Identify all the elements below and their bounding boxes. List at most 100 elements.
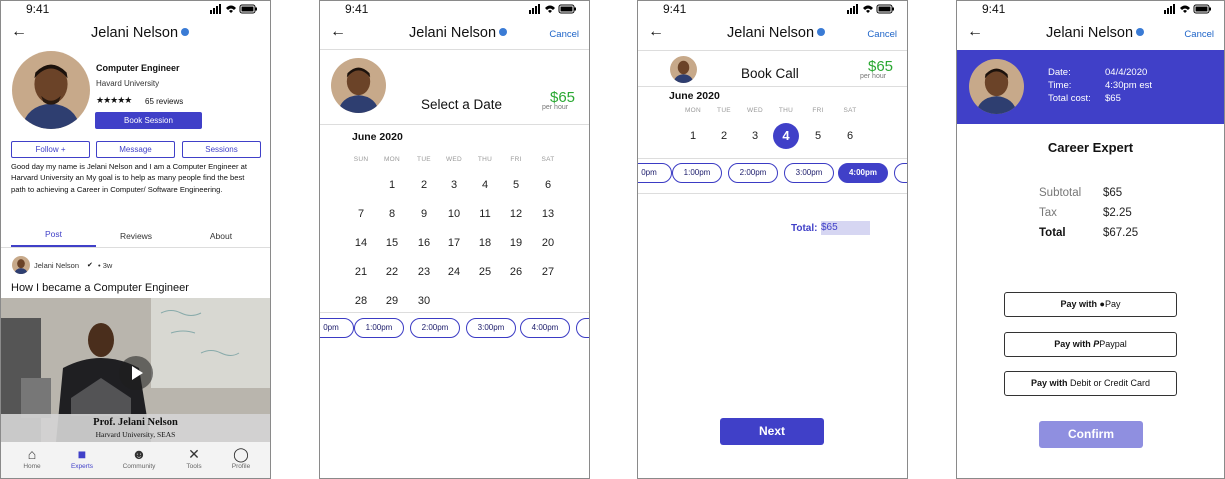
calendar-day[interactable]: 25: [475, 266, 495, 278]
calendar-day[interactable]: 5: [808, 130, 828, 142]
pay-card-suffix: Debit or Credit Card: [1070, 378, 1151, 388]
calendar-day[interactable]: 29: [382, 295, 402, 307]
post-author[interactable]: Jelani Nelson: [34, 261, 79, 270]
calendar-day[interactable]: 10: [444, 208, 464, 220]
calendar-day[interactable]: 2: [414, 179, 434, 191]
tab-experts-label: Experts: [70, 463, 94, 470]
time-slot[interactable]: 1:00pm: [354, 318, 404, 338]
post-time: • 3w: [98, 261, 113, 270]
tab-post[interactable]: Post: [11, 229, 96, 239]
weekday-label: MON: [684, 107, 702, 114]
next-button[interactable]: Next: [720, 418, 824, 445]
back-arrow-icon[interactable]: ←: [648, 23, 664, 41]
book-session-button[interactable]: Book Session: [95, 112, 202, 129]
profile-icon: ◯: [233, 446, 249, 462]
header-title: Jelani Nelson: [409, 25, 508, 41]
calendar-day[interactable]: 18: [475, 237, 495, 249]
calendar-day[interactable]: 1: [382, 179, 402, 191]
calendar-day[interactable]: 13: [538, 208, 558, 220]
calendar-day[interactable]: 19: [506, 237, 526, 249]
message-button[interactable]: Message: [96, 141, 175, 158]
calendar-day[interactable]: 6: [538, 179, 558, 191]
calendar-day[interactable]: 4: [475, 179, 495, 191]
time-slot[interactable]: 3:00pm: [466, 318, 516, 338]
status-time: 9:41: [663, 2, 687, 16]
tab-home-label: Home: [23, 463, 41, 470]
time-slot[interactable]: 5: [894, 163, 907, 183]
calendar-day[interactable]: 23: [414, 266, 434, 278]
tab-home[interactable]: ⌂ Home: [12, 445, 52, 470]
review-count[interactable]: 65 reviews: [145, 97, 183, 106]
calendar-day[interactable]: 11: [475, 208, 495, 220]
pay-apple-button[interactable]: Pay with ●Pay: [1004, 292, 1177, 317]
back-arrow-icon[interactable]: ←: [11, 23, 27, 41]
time-label: Time:: [1048, 80, 1072, 91]
time-slot[interactable]: 4:00pm: [838, 163, 888, 183]
calendar-day[interactable]: 6: [840, 130, 860, 142]
tab-community[interactable]: ☻ Community: [119, 445, 159, 470]
page-title: Select a Date: [421, 97, 503, 112]
tab-profile[interactable]: ◯ Profile: [221, 445, 261, 470]
time-slot[interactable]: 4:00pm: [520, 318, 570, 338]
calendar-day[interactable]: 24: [444, 266, 464, 278]
calendar-day[interactable]: 15: [382, 237, 402, 249]
calendar-day[interactable]: 26: [506, 266, 526, 278]
play-button[interactable]: [119, 356, 153, 390]
cancel-button[interactable]: Cancel: [1184, 29, 1214, 40]
calendar-day[interactable]: 8: [382, 208, 402, 220]
calendar-day[interactable]: 9: [414, 208, 434, 220]
profile-screen: 9:41 ← Jelani Nelson Computer Engineer H…: [0, 0, 271, 479]
calendar-day[interactable]: 21: [351, 266, 371, 278]
calendar-day[interactable]: 22: [382, 266, 402, 278]
calendar-day[interactable]: 1: [683, 130, 703, 142]
time-value: 4:30pm est: [1105, 80, 1152, 91]
time-slot[interactable]: 2:00pm: [728, 163, 778, 183]
time-slot[interactable]: 0pm: [320, 318, 354, 338]
verified-icon: [817, 28, 826, 36]
pay-paypal-button[interactable]: Pay with PPaypal: [1004, 332, 1177, 357]
pay-apple-prefix: Pay with: [1060, 299, 1098, 309]
tab-experts[interactable]: ■ Experts: [62, 445, 102, 470]
calendar-day[interactable]: 7: [351, 208, 371, 220]
date-value: 04/4/2020: [1105, 67, 1148, 78]
calendar-day[interactable]: 14: [351, 237, 371, 249]
calendar-day[interactable]: 4: [773, 128, 799, 143]
cancel-button[interactable]: Cancel: [867, 29, 897, 40]
calendar-day[interactable]: 5: [506, 179, 526, 191]
avatar: [331, 58, 386, 113]
time-slot[interactable]: 2:00pm: [410, 318, 460, 338]
calendar-day[interactable]: 28: [351, 295, 371, 307]
pay-paypal-prefix: Pay with: [1054, 339, 1091, 349]
profile-bio: Good day my name is Jelani Nelson and I …: [11, 162, 247, 194]
time-slot[interactable]: 3:00pm: [784, 163, 834, 183]
post-video[interactable]: Prof. Jelani Nelson Harvard University, …: [1, 298, 270, 442]
back-arrow-icon[interactable]: ←: [967, 23, 983, 41]
calendar-day[interactable]: 3: [444, 179, 464, 191]
time-slot[interactable]: 1:00pm: [672, 163, 722, 183]
calendar-day[interactable]: 3: [745, 130, 765, 142]
pay-card-button[interactable]: Pay with Debit or Credit Card: [1004, 371, 1177, 396]
confirm-screen: 9:41 ← Jelani Nelson Cancel Date: 04/4/2…: [956, 0, 1225, 479]
divider: [638, 158, 907, 159]
calendar-day[interactable]: 27: [538, 266, 558, 278]
calendar-day[interactable]: 12: [506, 208, 526, 220]
sessions-button[interactable]: Sessions: [182, 141, 261, 158]
weekday-label: MON: [383, 156, 401, 163]
cancel-button[interactable]: Cancel: [549, 29, 579, 40]
calendar-day[interactable]: 2: [714, 130, 734, 142]
tab-about[interactable]: About: [181, 231, 261, 241]
tab-reviews[interactable]: Reviews: [96, 231, 176, 241]
calendar-day[interactable]: 16: [414, 237, 434, 249]
follow-button[interactable]: Follow +: [11, 141, 90, 158]
confirm-button[interactable]: Confirm: [1039, 421, 1143, 448]
calendar-day[interactable]: 30: [414, 295, 434, 307]
time-slot[interactable]: 0pm: [638, 163, 672, 183]
price-unit: per hour: [542, 104, 569, 111]
tools-icon: ✕: [188, 446, 200, 462]
time-slot[interactable]: 5: [576, 318, 589, 338]
back-arrow-icon[interactable]: ←: [330, 23, 346, 41]
calendar-day[interactable]: 17: [444, 237, 464, 249]
tab-tools[interactable]: ✕ Tools: [174, 445, 214, 470]
calendar-day[interactable]: 20: [538, 237, 558, 249]
selected-day-marker[interactable]: 4: [773, 123, 799, 149]
